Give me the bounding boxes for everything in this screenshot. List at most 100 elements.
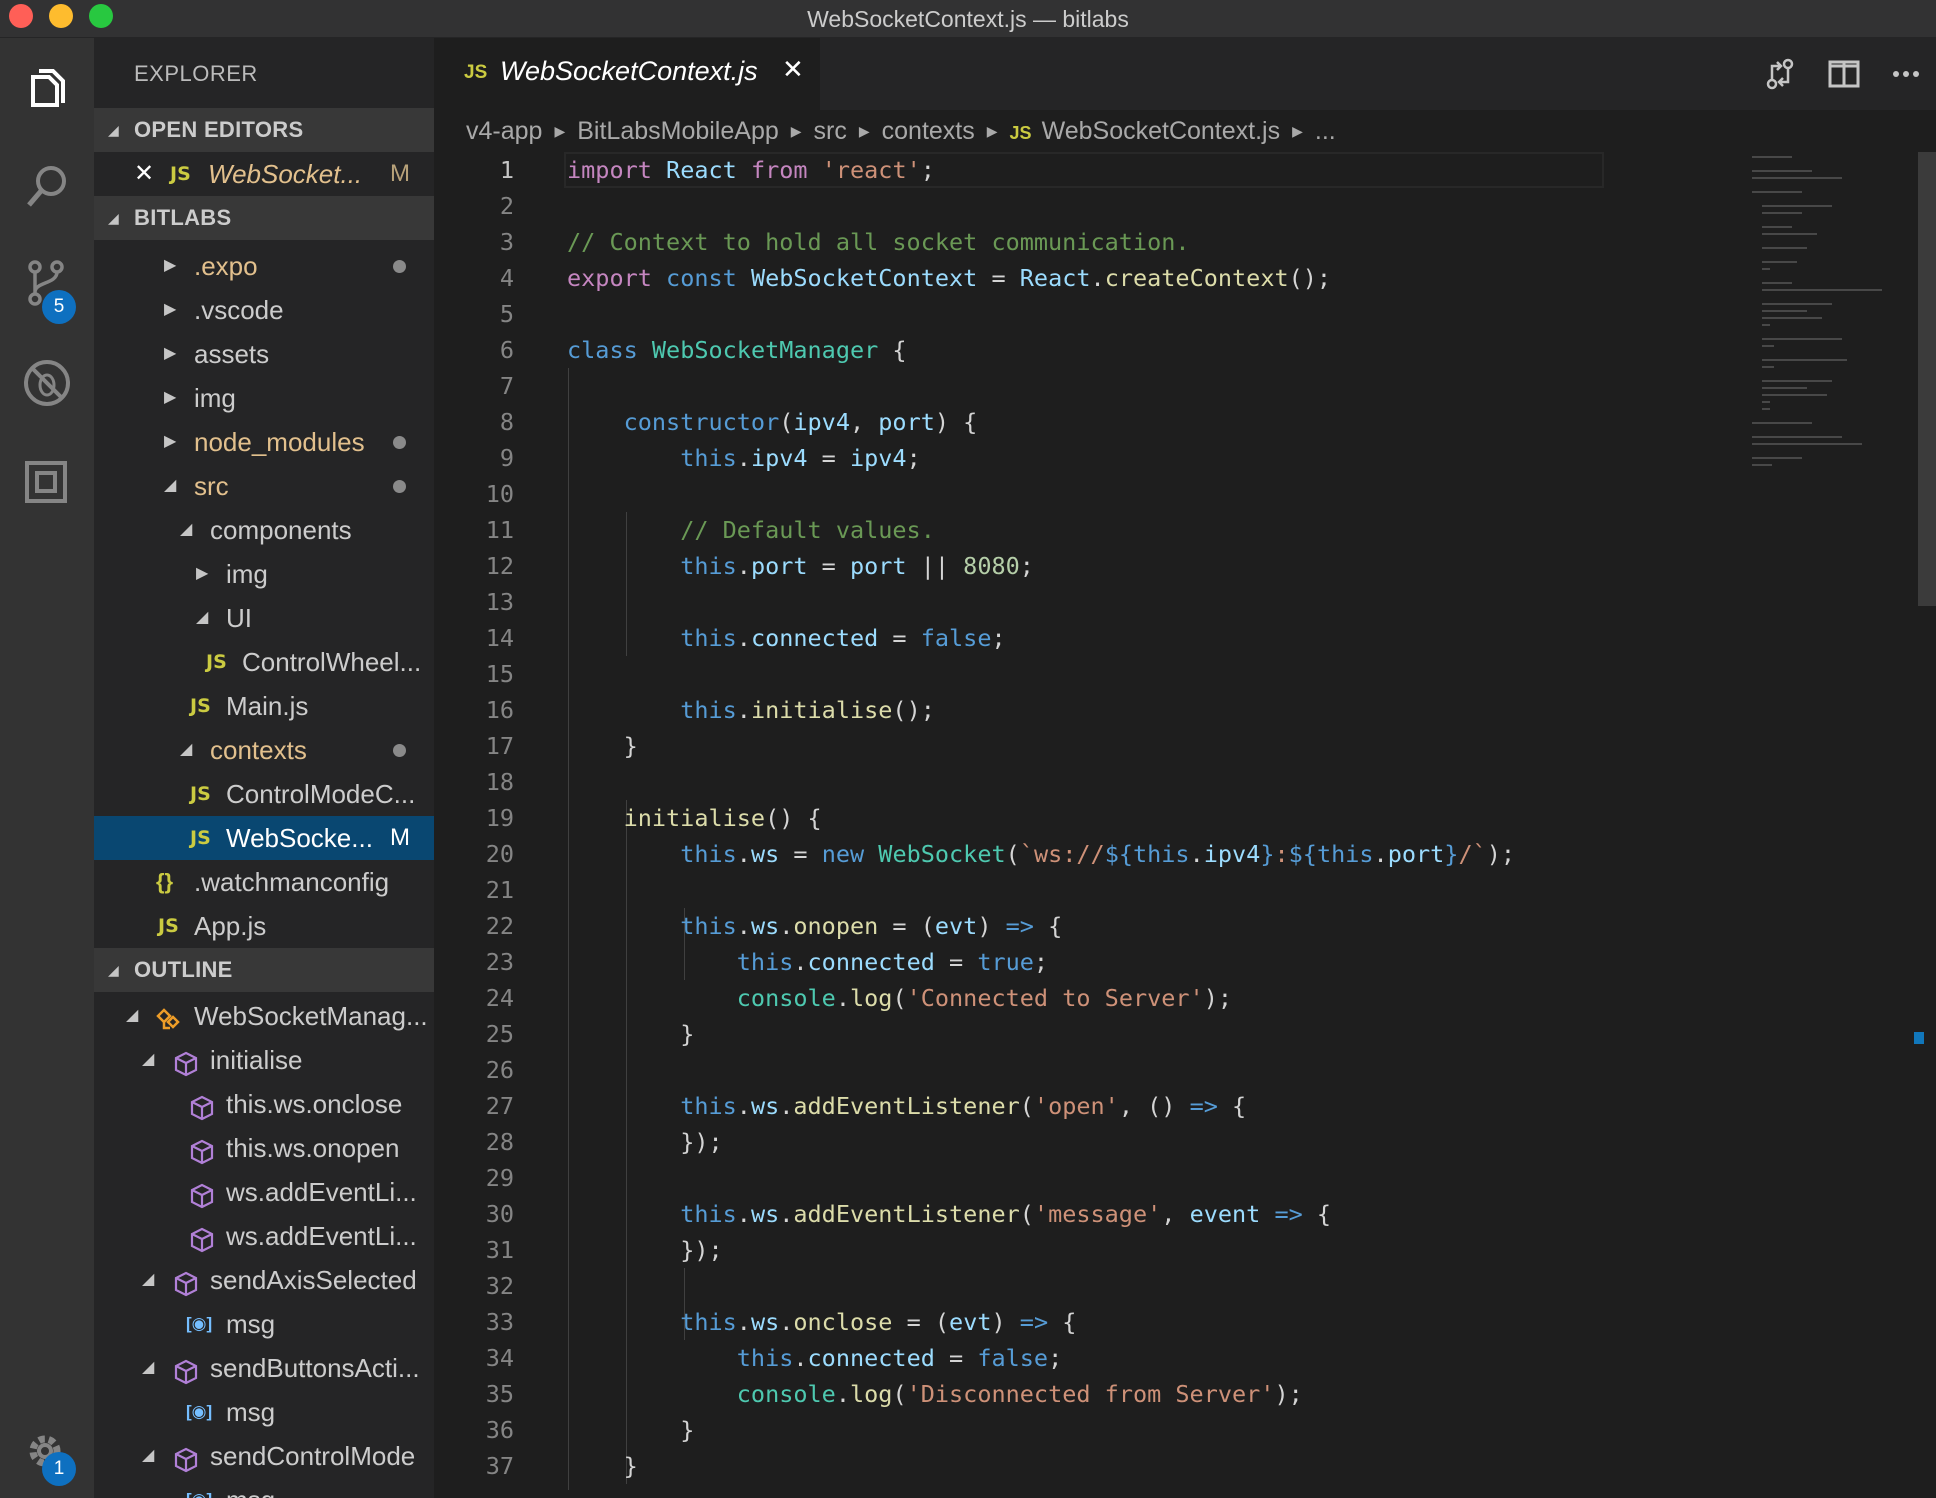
scrollbar-thumb[interactable] — [1918, 152, 1936, 606]
breadcrumb-item[interactable]: contexts — [882, 117, 975, 145]
tree-item-src[interactable]: ◢ src — [94, 464, 434, 508]
outline-header[interactable]: ◢ OUTLINE — [94, 948, 434, 992]
project-header[interactable]: ◢ BITLABS — [94, 196, 434, 240]
code-token: initialise — [750, 696, 893, 724]
outline-item-method[interactable]: ◢ sendControlMode — [94, 1434, 434, 1478]
variable-icon: [◉] — [186, 1314, 213, 1333]
outline-item-variable[interactable]: [◉] msg — [94, 1390, 434, 1434]
vertical-scrollbar[interactable] — [1910, 152, 1936, 1498]
tree-item-controlwheel[interactable]: JS ControlWheel... — [94, 640, 434, 684]
files-icon[interactable] — [0, 46, 94, 136]
tree-item-label: src — [194, 471, 229, 501]
outline-item-method[interactable]: ◢ initialise — [94, 1038, 434, 1082]
chevron-right-icon: ▶ — [164, 433, 177, 450]
source-control-icon[interactable]: 5 — [0, 238, 94, 328]
line-number: 2 — [499, 192, 514, 220]
open-editors-header[interactable]: ◢ OPEN EDITORS — [94, 108, 434, 152]
tree-item-node-modules[interactable]: ▶ node_modules — [94, 420, 434, 464]
breadcrumb-item[interactable]: src — [814, 117, 847, 145]
tree-item-label: App.js — [194, 911, 267, 941]
line-number: 37 — [485, 1452, 514, 1480]
close-icon[interactable]: ✕ — [134, 152, 154, 196]
tree-item-main[interactable]: JS Main.js — [94, 684, 434, 728]
code-token: } — [623, 732, 638, 760]
code-token: = — [934, 948, 978, 976]
line-number: 24 — [485, 984, 514, 1012]
breadcrumb-file[interactable]: WebSocketContext.js — [1042, 117, 1281, 145]
code-token: ipv4 — [793, 408, 850, 436]
minimap-line — [1762, 338, 1842, 340]
code-editor[interactable]: 1 import React from 'react'; 2 3 // Contex… — [434, 152, 1734, 1490]
tree-item-ui[interactable]: ◢ UI — [94, 596, 434, 640]
split-editor-icon[interactable] — [1824, 54, 1864, 94]
line-number: 23 — [485, 948, 514, 976]
tree-item-expo[interactable]: ▶ .expo — [94, 244, 434, 288]
line-number: 18 — [485, 768, 514, 796]
debug-icon[interactable] — [0, 338, 94, 428]
code-token: connected — [807, 1344, 935, 1372]
line-number: 22 — [485, 912, 514, 940]
code-token: createContext — [1104, 264, 1289, 292]
outline-item-method[interactable]: ◢ sendAxisSelected — [94, 1258, 434, 1302]
outline-item-method[interactable]: this.ws.onopen — [94, 1126, 434, 1170]
tab-websocketcontext[interactable]: JS WebSocketContext.js ✕ — [434, 38, 820, 110]
outline-item-variable[interactable]: [◉] msg — [94, 1478, 434, 1498]
method-cube-icon — [172, 1047, 200, 1077]
method-cube-icon — [172, 1443, 200, 1473]
code-line: 21 — [434, 872, 1734, 908]
minimap-line — [1762, 324, 1770, 326]
line-number: 10 — [485, 480, 514, 508]
code-token: false — [920, 624, 992, 652]
js-file-icon: JS — [1009, 123, 1032, 143]
tree-item-img[interactable]: ▶ img — [94, 376, 434, 420]
outline-item-method[interactable]: ws.addEventLi... — [94, 1214, 434, 1258]
chevron-right-icon: ▶ — [1292, 123, 1303, 139]
outline-item-label: this.ws.onclose — [226, 1089, 403, 1119]
code-token: `ws:// — [1019, 840, 1105, 868]
tree-item-app[interactable]: JS App.js — [94, 904, 434, 948]
code-token: ; — [1217, 984, 1233, 1012]
tree-item-watchmanconfig[interactable]: {} .watchmanconfig — [94, 860, 434, 904]
minimap[interactable] — [1750, 152, 1930, 492]
tree-item-controlmodecontext[interactable]: JS ControlModeC... — [94, 772, 434, 816]
more-actions-icon[interactable] — [1886, 54, 1926, 94]
outline-item-label: msg — [226, 1397, 276, 1427]
code-token: ws — [750, 1092, 780, 1120]
js-file-icon: JS — [190, 827, 211, 849]
gear-icon[interactable]: 1 — [0, 1408, 94, 1498]
chevron-down-icon: ◢ — [142, 1271, 155, 1288]
extensions-icon[interactable] — [0, 436, 94, 526]
tree-item-vscode[interactable]: ▶ .vscode — [94, 288, 434, 332]
outline-item-variable[interactable]: [◉] msg — [94, 1302, 434, 1346]
outline-item-method[interactable]: ◢ sendButtonsActi... — [94, 1346, 434, 1390]
tree-item-contexts[interactable]: ◢ contexts — [94, 728, 434, 772]
code-token: 8080 — [963, 552, 1020, 580]
search-icon[interactable] — [0, 142, 94, 232]
tree-item-components[interactable]: ◢ components — [94, 508, 434, 552]
outline-item-class[interactable]: ◢ WebSocketManag... — [94, 994, 434, 1038]
tree-item-websocketcontext[interactable]: JS WebSocke... M — [94, 816, 434, 860]
chevron-down-icon: ◢ — [196, 609, 209, 626]
tree-item-img[interactable]: ▶ img — [94, 552, 434, 596]
open-editor-label: WebSocket... — [208, 159, 363, 189]
code-token: log — [849, 1380, 893, 1408]
code-token: ws — [750, 1308, 780, 1336]
code-token: const — [666, 264, 737, 292]
tab-label: WebSocketContext.js — [500, 56, 758, 86]
code-token: log — [849, 984, 893, 1012]
open-changes-icon[interactable] — [1760, 54, 1800, 94]
code-line: 19 initialise() { — [434, 800, 1734, 836]
code-line: 9 this.ipv4 = ipv4; — [434, 440, 1734, 476]
outline-item-method[interactable]: ws.addEventLi... — [94, 1170, 434, 1214]
outline-item-method[interactable]: this.ws.onclose — [94, 1082, 434, 1126]
open-editor-item[interactable]: ✕ JS WebSocket... M — [94, 152, 434, 196]
code-token: ; — [991, 624, 1006, 652]
code-token: { — [1217, 1092, 1247, 1120]
breadcrumb-more[interactable]: ... — [1315, 117, 1336, 145]
breadcrumb-item[interactable]: BitLabsMobileApp — [577, 117, 779, 145]
breadcrumb-item[interactable]: v4-app — [466, 117, 542, 145]
breadcrumb: v4-app ▶ BitLabsMobileApp ▶ src ▶ contexts ▶ JS W… — [434, 110, 1936, 152]
code-token: port — [878, 408, 935, 436]
tree-item-assets[interactable]: ▶ assets — [94, 332, 434, 376]
close-tab-icon[interactable]: ✕ — [782, 54, 804, 85]
